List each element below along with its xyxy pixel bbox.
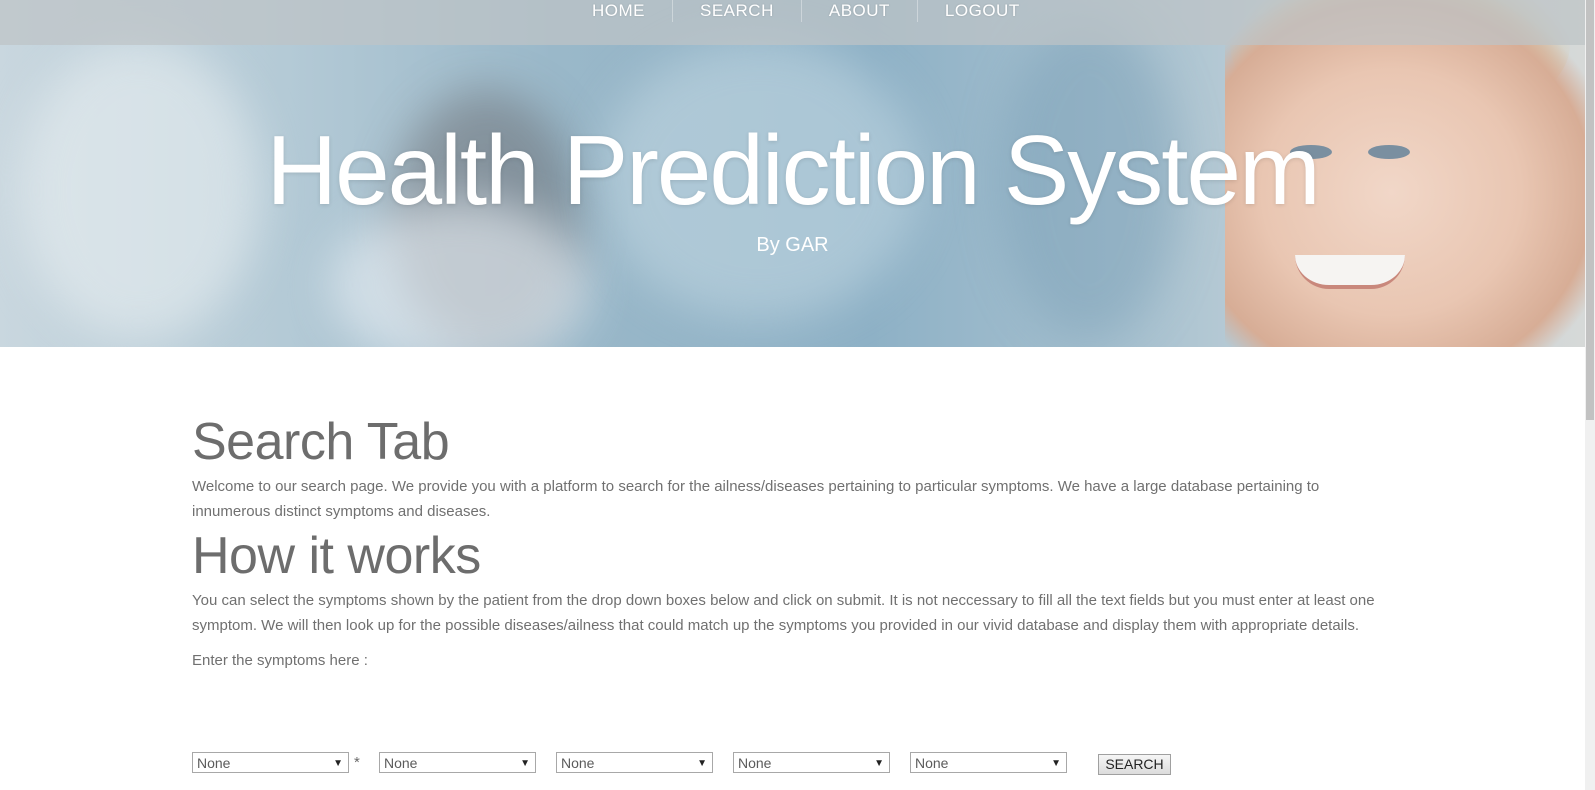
- page: Health Prediction System By GAR HOME SEA…: [0, 0, 1595, 790]
- chevron-down-icon: ▼: [697, 758, 707, 769]
- chevron-down-icon: ▼: [874, 758, 884, 769]
- scrollbar-thumb[interactable]: [1586, 0, 1594, 420]
- search-button[interactable]: SEARCH: [1098, 754, 1171, 775]
- vertical-scrollbar[interactable]: [1585, 0, 1595, 790]
- nav-item-about[interactable]: ABOUT: [802, 0, 918, 22]
- chevron-down-icon: ▼: [1051, 758, 1061, 769]
- hero-banner: Health Prediction System By GAR: [0, 0, 1585, 347]
- symptom-select-3[interactable]: None ▼: [556, 752, 713, 773]
- symptoms-form: None ▼ * None ▼ None ▼ None ▼ None ▼ SEA…: [192, 752, 1192, 776]
- top-nav: HOME SEARCH ABOUT LOGOUT: [0, 0, 1585, 45]
- hero-title: Health Prediction System: [266, 115, 1320, 225]
- symptom-select-value: None: [738, 755, 772, 771]
- symptom-select-value: None: [561, 755, 595, 771]
- hero-photo-smile: [1295, 255, 1405, 289]
- how-it-works-heading: How it works: [192, 527, 481, 585]
- nav-item-search[interactable]: SEARCH: [673, 0, 802, 22]
- how-it-works-description: You can select the symptoms shown by the…: [192, 592, 1375, 634]
- symptom-select-5[interactable]: None ▼: [910, 752, 1067, 773]
- symptom-select-1[interactable]: None ▼: [192, 752, 349, 773]
- nav-item-home[interactable]: HOME: [565, 0, 673, 22]
- nav-menu: HOME SEARCH ABOUT LOGOUT: [565, 0, 1047, 45]
- symptom-select-2[interactable]: None ▼: [379, 752, 536, 773]
- symptom-select-4[interactable]: None ▼: [733, 752, 890, 773]
- main-content: Search Tab Welcome to our search page. W…: [192, 410, 1392, 672]
- nav-item-logout[interactable]: LOGOUT: [918, 0, 1047, 22]
- chevron-down-icon: ▼: [333, 758, 343, 769]
- search-tab-description: Welcome to our search page. We provide y…: [192, 478, 1320, 520]
- hero-subtitle: By GAR: [756, 234, 829, 256]
- chevron-down-icon: ▼: [520, 758, 530, 769]
- search-tab-heading: Search Tab: [192, 413, 450, 471]
- symptom-select-value: None: [197, 755, 231, 771]
- symptom-select-value: None: [915, 755, 949, 771]
- symptoms-label: Enter the symptoms here :: [192, 652, 368, 669]
- symptom-select-value: None: [384, 755, 418, 771]
- required-marker: *: [354, 754, 360, 771]
